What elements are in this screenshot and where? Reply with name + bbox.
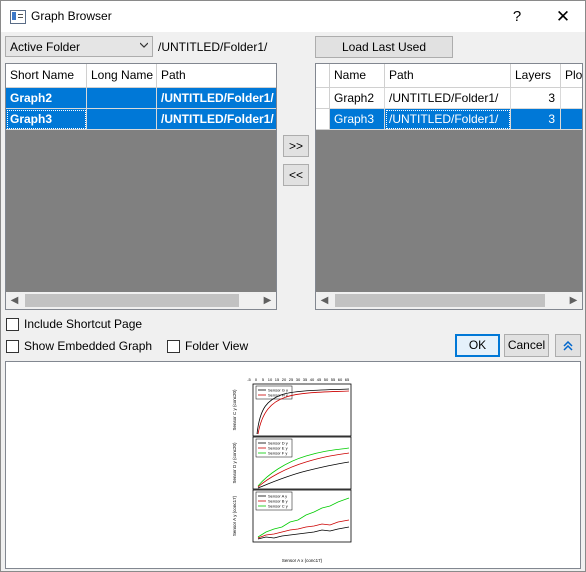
- scroll-right-icon[interactable]: ▶: [259, 292, 276, 309]
- cancel-button[interactable]: Cancel: [504, 334, 549, 357]
- axis-tick-label: 20: [282, 377, 287, 382]
- legend-entry: Sensor F y: [268, 451, 287, 456]
- table-row-path[interactable]: /UNTITLED/Folder1/: [157, 88, 276, 109]
- panel-y-label: Sensor D y (conc20): [232, 442, 237, 484]
- table-row-path[interactable]: /UNTITLED/Folder1/: [157, 109, 276, 130]
- graph-preview-panel: -5 0 5 10 15 20 25 30 35 40 45 50 55 60 65 Sensor C y …: [5, 361, 581, 569]
- collapse-up-button[interactable]: [555, 334, 581, 357]
- table-row-plots[interactable]: [561, 109, 582, 130]
- scroll-left-icon[interactable]: ◀: [6, 292, 23, 309]
- row-header-corner: [316, 64, 330, 88]
- selected-graphs-grid[interactable]: Name Path Layers Plo Graph2 /UNTITLED/Fo…: [315, 63, 583, 310]
- column-header-path[interactable]: Path: [157, 64, 276, 88]
- title-bar: Graph Browser ? ✕: [1, 1, 585, 32]
- folder-path-label: /UNTITLED/Folder1/: [158, 40, 268, 54]
- folder-view-label: Folder View: [185, 339, 249, 353]
- scroll-left-icon[interactable]: ◀: [316, 292, 333, 309]
- graph-browser-window: Graph Browser ? ✕ Active Folder /UNTITLE…: [0, 0, 586, 572]
- remove-from-list-button[interactable]: <<: [283, 164, 309, 186]
- axis-tick-label: 60: [338, 377, 343, 382]
- column-header-path[interactable]: Path: [385, 64, 511, 88]
- horizontal-scrollbar[interactable]: ◀ ▶: [316, 292, 582, 309]
- axis-tick-label: -5: [247, 377, 251, 382]
- axis-tick-label: 50: [324, 377, 329, 382]
- scrollbar-thumb[interactable]: [25, 294, 239, 307]
- column-header-short-name[interactable]: Short Name: [6, 64, 87, 88]
- show-embedded-checkbox[interactable]: Show Embedded Graph: [6, 339, 152, 353]
- axis-tick-label: 45: [317, 377, 322, 382]
- table-row-long-name[interactable]: [87, 88, 157, 109]
- row-header[interactable]: [316, 88, 330, 109]
- table-row-path[interactable]: /UNTITLED/Folder1/: [385, 109, 511, 130]
- table-row-short-name[interactable]: Graph3: [6, 109, 87, 130]
- legend-entry: Sensor C y: [268, 504, 288, 509]
- axis-tick-label: 35: [303, 377, 308, 382]
- table-row-name[interactable]: Graph2: [330, 88, 385, 109]
- table-row-plots[interactable]: [561, 88, 582, 109]
- show-embedded-label: Show Embedded Graph: [24, 339, 153, 353]
- axis-tick-label: 55: [331, 377, 336, 382]
- panel-y-label: Sensor C y (conc20): [232, 389, 237, 431]
- table-row-name[interactable]: Graph3: [330, 109, 385, 130]
- axis-tick-label: 40: [310, 377, 315, 382]
- graph-preview-thumbnail: -5 0 5 10 15 20 25 30 35 40 45 50 55 60 65 Sensor C y …: [232, 377, 352, 563]
- axis-tick-label: 5: [262, 377, 265, 382]
- include-shortcut-label: Include Shortcut Page: [24, 317, 143, 331]
- table-row-long-name[interactable]: [87, 109, 157, 130]
- table-row-short-name[interactable]: Graph2: [6, 88, 87, 109]
- column-header-plots[interactable]: Plo: [561, 64, 582, 88]
- close-button[interactable]: ✕: [541, 3, 585, 30]
- chevron-down-icon: [140, 42, 148, 48]
- column-header-name[interactable]: Name: [330, 64, 385, 88]
- preview-x-axis-label: Sensor A x (conc17): [282, 558, 323, 563]
- folder-select[interactable]: Active Folder: [5, 36, 153, 57]
- checkbox-box[interactable]: [167, 339, 180, 353]
- graph-browser-icon: [10, 10, 26, 24]
- folder-view-checkbox[interactable]: Folder View: [167, 339, 248, 353]
- column-header-layers[interactable]: Layers: [511, 64, 561, 88]
- window-title: Graph Browser: [31, 9, 112, 23]
- ok-button[interactable]: OK: [455, 334, 500, 357]
- table-row-layers[interactable]: 3: [511, 109, 561, 130]
- available-graphs-grid[interactable]: Short Name Long Name Path Graph2 /UNTITL…: [5, 63, 277, 310]
- help-button[interactable]: ?: [495, 3, 539, 30]
- panel-y-label: Sensor A y (conc17): [232, 495, 237, 536]
- folder-select-value: Active Folder: [10, 40, 81, 54]
- axis-tick-label: 65: [345, 377, 350, 382]
- add-to-list-button[interactable]: >>: [283, 135, 309, 157]
- load-last-used-button[interactable]: Load Last Used: [315, 36, 453, 58]
- axis-tick-label: 0: [255, 377, 258, 382]
- axis-tick-label: 30: [296, 377, 301, 382]
- row-header[interactable]: [316, 109, 330, 130]
- include-shortcut-checkbox[interactable]: Include Shortcut Page: [6, 317, 142, 331]
- top-axis-ticks: -5 0 5 10 15 20 25 30 35 40 45 50 55 60 65: [247, 377, 350, 382]
- double-chevron-up-icon: [563, 340, 573, 351]
- checkbox-box[interactable]: [6, 339, 19, 353]
- scrollbar-thumb[interactable]: [335, 294, 545, 307]
- table-row-path[interactable]: /UNTITLED/Folder1/: [385, 88, 511, 109]
- table-row-layers[interactable]: 3: [511, 88, 561, 109]
- column-header-long-name[interactable]: Long Name: [87, 64, 157, 88]
- checkbox-box[interactable]: [6, 317, 19, 331]
- axis-tick-label: 25: [289, 377, 294, 382]
- axis-tick-label: 10: [268, 377, 273, 382]
- horizontal-scrollbar[interactable]: ◀ ▶: [6, 292, 276, 309]
- scroll-right-icon[interactable]: ▶: [565, 292, 582, 309]
- axis-tick-label: 15: [275, 377, 280, 382]
